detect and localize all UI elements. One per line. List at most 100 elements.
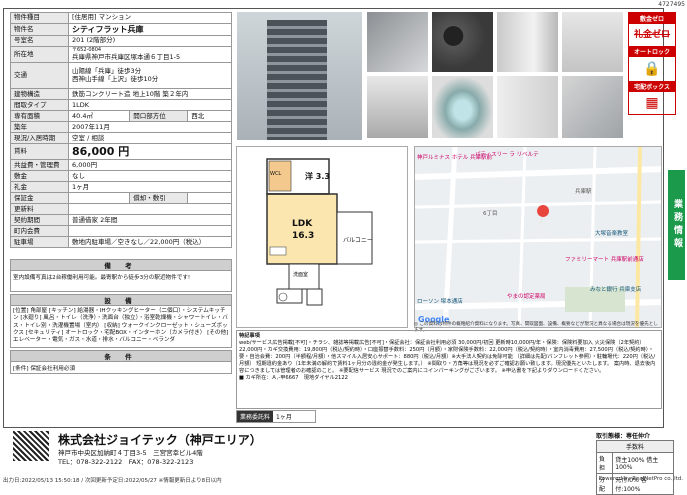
wash-photo: [367, 76, 428, 138]
cooktop-photo: [432, 12, 493, 72]
built-label: 築年: [10, 121, 69, 134]
building-photo: [237, 12, 362, 140]
remarks-title: 備 考: [10, 259, 232, 271]
lock-icon: 🔒: [643, 61, 661, 77]
contract-label: 契約期間: [10, 214, 69, 227]
map-label-music: 大塚音楽教室: [595, 231, 629, 237]
map-label-pharmacy: やまの認定薬局: [507, 294, 546, 300]
table-row: 号室名 201 (2階部分): [10, 35, 232, 48]
table-row: 建物構造 鉄筋コンクリート造 地上10階 築２年内: [10, 88, 232, 101]
conditions-title: 条 件: [10, 350, 232, 362]
table-row: 共益費・管理費 6,000円: [10, 159, 232, 172]
table-row: 築年 2007年11月: [10, 121, 232, 134]
move-label: 現況/入居時期: [10, 132, 69, 145]
area-value: 40.4㎡: [67, 110, 131, 123]
notes-key: ■ カギ所在：Ａ,-甲6667 現地ダイヤル2122: [239, 375, 348, 382]
basin-photo: [432, 76, 493, 138]
remarks-text: 室内設備写真は2台稼働利用可能。最寄駅から徒歩3分の駅近物件です!: [10, 271, 232, 292]
equipment-title: 設 備: [10, 294, 232, 306]
renew-value: [68, 203, 232, 216]
mgmt-value: 6,000円: [68, 159, 232, 172]
room-photo: [497, 12, 558, 72]
ldk-label: LDK: [292, 219, 313, 229]
name-label: 物件名: [10, 22, 69, 37]
traffic-label: 交通: [10, 62, 69, 90]
rent-value: 86,000 円: [68, 143, 232, 161]
table-row: 間取タイプ 1LDK: [10, 99, 232, 112]
location-map[interactable]: 神戸ルミナス ホテル 兵庫駅前 パティスリー ラ リベルテ ローソン 塚本通店 …: [414, 146, 662, 328]
property-table: 物件種目 [住居用] マンション 物件名 シティフラット兵庫 号室名 201 (2階部…: [10, 12, 232, 249]
transaction-title: 取引態様：専任仲介: [596, 433, 651, 440]
badges-box: 敷金ゼロ 礼金ゼロ オートロック 🔒 宅配ボックス ▦: [628, 12, 676, 115]
kyakubiki-value: [187, 192, 232, 205]
notes-box: 特記事項 web/サービス広告掲載[不可]・チラシ、雑誌等掲載広告[不可]・保証…: [236, 330, 662, 409]
dir-value: 西北: [187, 110, 232, 123]
town-label: 町内会費: [10, 225, 69, 238]
room1-label: 洋 3.3: [305, 172, 330, 181]
business-info-tab[interactable]: 業務情報: [668, 170, 685, 280]
parking-label: 駐車場: [10, 236, 69, 249]
balcony-label: バルコニー: [343, 237, 373, 244]
entrance-photo: [562, 76, 623, 138]
layout-label: 間取タイプ: [10, 99, 69, 112]
map-label-6chome: 6丁目: [483, 211, 498, 217]
fee-r1-value: 貸主100% 借主100%: [612, 452, 674, 474]
company-name: 株式会社ジョイテック（神戸エリア）: [58, 433, 262, 447]
transaction-box: 取引態様：専任仲介 手数料 負担 貸主100% 借主100% 分配 元付:0% 客付…: [595, 431, 674, 495]
company-block: 株式会社ジョイテック（神戸エリア） 神戸市中央区加納町４丁目3-5 三宮宮幸ビル…: [5, 429, 600, 466]
map-label-lawson: ローソン 塚本通店: [417, 299, 463, 305]
table-row: 所在地 〒652-0804 兵庫県神戸市兵庫区塚本通６丁目1-5: [10, 46, 232, 64]
rei-label: 礼金: [10, 181, 69, 194]
map-label-station: 兵庫駅: [575, 189, 592, 195]
remarks-section: 備 考 室内設備写真は2台稼働利用可能。最寄駅から徒歩3分の駅近物件です! 設 …: [10, 259, 232, 374]
table-row: 現況/入居時期 空室 / 相談: [10, 132, 232, 145]
wash-label: 洗面室: [293, 272, 309, 278]
badge-delivery: 宅配ボックス: [629, 81, 675, 92]
shiki-label: 敷金: [10, 170, 69, 183]
notes-text: web/サービス広告掲載[不可]・チラシ、雑誌等掲載広告[不可]・保証会社：保証…: [239, 340, 656, 375]
area-label: 専有面積: [10, 110, 69, 123]
dir-label: 開口部方位: [129, 110, 189, 123]
traffic-2: 西神山手線「上沢」徒歩10分: [72, 74, 159, 83]
hall-photo: [497, 76, 558, 138]
struct-label: 建物構造: [10, 88, 69, 101]
badge-shiki-zero: 敷金ゼロ: [629, 13, 675, 24]
map-label-bank: みなと銀行 兵庫支店: [590, 287, 642, 293]
fee-header: 手数料: [596, 440, 674, 453]
table-row: 敷金 なし: [10, 170, 232, 183]
layout-value: 1LDK: [68, 99, 232, 112]
renew-label: 更新料: [10, 203, 69, 216]
box-icon: ▦: [645, 95, 659, 111]
company-phone: TEL：078-322-2122 FAX：078-322-2123: [58, 458, 194, 466]
conditions-text: [条件] 保証会社利用必須: [10, 362, 232, 374]
built-value: 2007年11月: [68, 121, 232, 134]
contract-value: 普通借家 2年間: [68, 214, 232, 227]
doc-id: 4727495: [658, 1, 685, 8]
table-row: 礼金 1ヶ月: [10, 181, 232, 194]
table-row: 交通 山陽線「兵庫」徒歩3分 西神山手線「上沢」徒歩10分: [10, 62, 232, 90]
room-label: 号室名: [10, 35, 69, 48]
hosho-label: 保証金: [10, 192, 69, 205]
move-value: 空室 / 相談: [68, 132, 232, 145]
commission-row: 業務委託料 1ヶ月: [236, 410, 316, 423]
rei-value: 1ヶ月: [68, 181, 232, 194]
table-row: 専有面積 40.4㎡ 開口部方位 西北: [10, 110, 232, 123]
commission-label: 業務委託料: [237, 411, 274, 422]
notes-title: 特記事項: [239, 333, 260, 339]
kitchen-photo: [367, 12, 428, 72]
table-row: 物件種目 [住居用] マンション: [10, 12, 232, 24]
fee-table: 手数料 負担 貸主100% 借主100% 分配 元付:0% 客付:100%: [595, 440, 674, 495]
badge-autolock: オートロック: [629, 46, 675, 57]
mgmt-label: 共益費・管理費: [10, 159, 69, 172]
wcl-label: WCL: [270, 171, 282, 177]
table-row: 保証金 償却・敷引: [10, 192, 232, 205]
shiki-value: なし: [68, 170, 232, 183]
ldk-size: 16.3: [292, 231, 315, 241]
badge-rei-zero: 礼金ゼロ: [633, 30, 670, 40]
addr-value: 兵庫県神戸市兵庫区塚本通６丁目1-5: [72, 52, 181, 61]
table-row: 賃料 86,000 円: [10, 143, 232, 161]
struct-value: 鉄筋コンクリート造 地上10階 築２年内: [68, 88, 232, 101]
type-value: [住居用] マンション: [68, 12, 232, 24]
parking-value: 敷地内駐車場／空きなし／22,000円（税込）: [68, 236, 232, 249]
equipment-text: [位置] 角部屋 [キッチン] 給湯器・IHクッキングヒーター（二個口）・システ…: [10, 306, 232, 348]
